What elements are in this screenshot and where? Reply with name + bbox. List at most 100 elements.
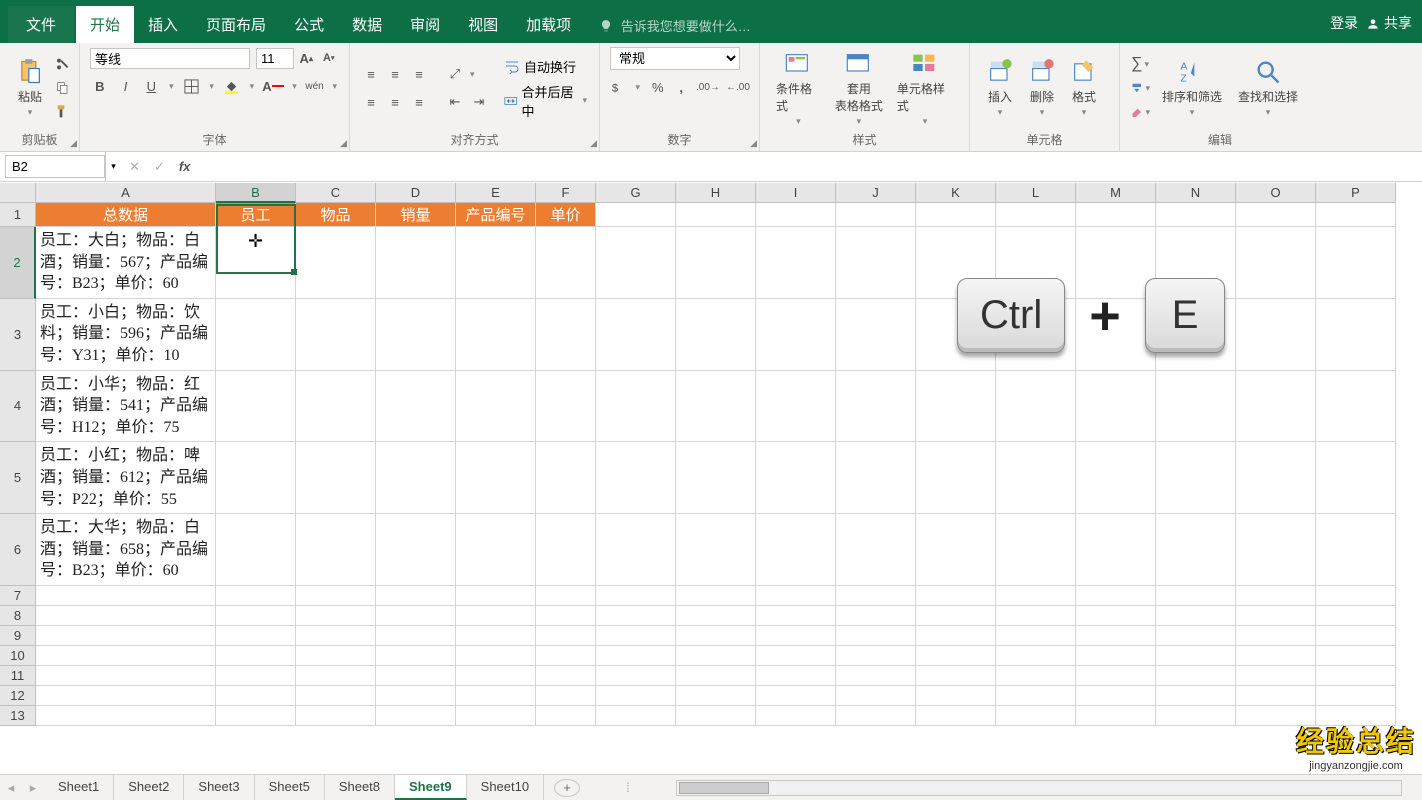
cut-button[interactable]	[52, 53, 74, 75]
empty-cell[interactable]	[296, 626, 376, 646]
sort-filter-button[interactable]: AZ排序和筛选▾	[1156, 54, 1228, 122]
empty-cell[interactable]	[596, 646, 676, 666]
empty-cell[interactable]	[676, 626, 756, 646]
empty-cell[interactable]	[376, 666, 456, 686]
empty-cell[interactable]	[1076, 442, 1156, 514]
empty-cell[interactable]	[676, 371, 756, 443]
empty-cell[interactable]	[916, 646, 996, 666]
empty-cell[interactable]	[296, 299, 376, 371]
empty-cell[interactable]	[456, 626, 536, 646]
empty-cell[interactable]	[1316, 227, 1396, 299]
empty-cell[interactable]	[1236, 442, 1316, 514]
empty-cell[interactable]	[1076, 586, 1156, 606]
empty-cell[interactable]	[1156, 686, 1236, 706]
row-header[interactable]: 2	[0, 227, 36, 299]
empty-cell[interactable]	[676, 706, 756, 726]
empty-cell[interactable]	[536, 706, 596, 726]
sheet-tab[interactable]: Sheet1	[44, 775, 114, 800]
conditional-format-button[interactable]: 条件格式▾	[770, 46, 827, 131]
tab-data[interactable]: 数据	[338, 6, 396, 43]
align-right-button[interactable]: ≡	[408, 91, 430, 113]
empty-cell[interactable]	[996, 442, 1076, 514]
tab-home[interactable]: 开始	[76, 6, 134, 43]
empty-cell[interactable]	[996, 706, 1076, 726]
empty-cell[interactable]	[456, 666, 536, 686]
column-header[interactable]: B	[216, 183, 296, 203]
empty-cell[interactable]	[1076, 666, 1156, 686]
empty-cell[interactable]	[996, 514, 1076, 586]
empty-cell[interactable]	[376, 514, 456, 586]
empty-cell[interactable]	[996, 626, 1076, 646]
empty-cell[interactable]	[36, 706, 216, 726]
empty-cell[interactable]	[536, 686, 596, 706]
empty-cell[interactable]	[596, 686, 676, 706]
empty-cell[interactable]	[376, 227, 456, 299]
paste-button[interactable]: 粘贴 ▾	[10, 54, 50, 122]
align-center-button[interactable]: ≡	[384, 91, 406, 113]
empty-cell[interactable]	[1156, 371, 1236, 443]
empty-cell[interactable]	[376, 706, 456, 726]
tab-addins[interactable]: 加载项	[512, 6, 585, 43]
align-middle-button[interactable]: ≡	[384, 63, 406, 85]
empty-cell[interactable]	[676, 442, 756, 514]
empty-cell[interactable]	[676, 686, 756, 706]
empty-cell[interactable]	[836, 606, 916, 626]
empty-cell[interactable]	[216, 686, 296, 706]
column-header[interactable]: G	[596, 183, 676, 203]
font-color-button[interactable]: A	[262, 75, 284, 97]
empty-cell[interactable]	[996, 666, 1076, 686]
empty-cell[interactable]	[376, 646, 456, 666]
empty-cell[interactable]	[1316, 626, 1396, 646]
login-link[interactable]: 登录	[1330, 13, 1358, 33]
empty-cell[interactable]	[836, 686, 916, 706]
dialog-launcher-icon[interactable]: ◢	[340, 138, 347, 149]
empty-cell[interactable]	[916, 442, 996, 514]
empty-cell[interactable]	[296, 666, 376, 686]
empty-cell[interactable]	[836, 586, 916, 606]
row-header[interactable]: 10	[0, 646, 36, 666]
empty-cell[interactable]	[676, 646, 756, 666]
column-header[interactable]: A	[36, 183, 216, 203]
empty-cell[interactable]	[676, 606, 756, 626]
bold-button[interactable]: B	[90, 75, 110, 97]
empty-cell[interactable]	[1156, 586, 1236, 606]
fill-color-button[interactable]	[222, 75, 242, 97]
cancel-formula-icon[interactable]: ✕	[129, 159, 140, 175]
empty-cell[interactable]	[596, 586, 676, 606]
tab-view[interactable]: 视图	[454, 6, 512, 43]
name-box-dropdown[interactable]: ▾	[105, 152, 121, 181]
autosum-button[interactable]: ∑▾	[1130, 53, 1152, 75]
empty-cell[interactable]	[1236, 371, 1316, 443]
data-cell[interactable]: 员工：大白；物品：白酒；销量：567；产品编号：B23；单价：60	[36, 227, 216, 299]
column-header[interactable]: D	[376, 183, 456, 203]
empty-cell[interactable]	[536, 606, 596, 626]
sheet-nav-first[interactable]: ◂	[0, 780, 22, 796]
wrap-text-button[interactable]: 自动换行	[504, 57, 589, 76]
new-sheet-button[interactable]: +	[554, 779, 580, 797]
empty-cell[interactable]	[296, 606, 376, 626]
empty-cell[interactable]	[596, 666, 676, 686]
empty-cell[interactable]	[1316, 371, 1396, 443]
format-cells-button[interactable]: 格式▾	[1064, 54, 1104, 122]
fill-button[interactable]: ▾	[1130, 77, 1152, 99]
empty-cell[interactable]	[596, 626, 676, 646]
column-header[interactable]: E	[456, 183, 536, 203]
empty-cell[interactable]	[216, 442, 296, 514]
row-header[interactable]: 13	[0, 706, 36, 726]
empty-cell[interactable]	[1236, 666, 1316, 686]
data-cell[interactable]: 员工：小白；物品：饮料；销量：596；产品编号：Y31；单价：10	[36, 299, 216, 371]
find-select-button[interactable]: 查找和选择▾	[1232, 54, 1304, 122]
underline-button[interactable]: U	[141, 75, 161, 97]
header-cell[interactable]: 物品	[296, 203, 376, 227]
header-cell[interactable]: 单价	[536, 203, 596, 227]
empty-cell[interactable]	[756, 606, 836, 626]
empty-cell[interactable]	[1236, 646, 1316, 666]
empty-cell[interactable]	[1316, 686, 1396, 706]
empty-cell[interactable]	[996, 646, 1076, 666]
empty-cell[interactable]	[836, 227, 916, 299]
empty-cell[interactable]	[1236, 514, 1316, 586]
phonetic-button[interactable]: wén	[305, 75, 325, 97]
dialog-launcher-icon[interactable]: ◢	[590, 138, 597, 149]
italic-button[interactable]: I	[116, 75, 136, 97]
column-header[interactable]: F	[536, 183, 596, 203]
